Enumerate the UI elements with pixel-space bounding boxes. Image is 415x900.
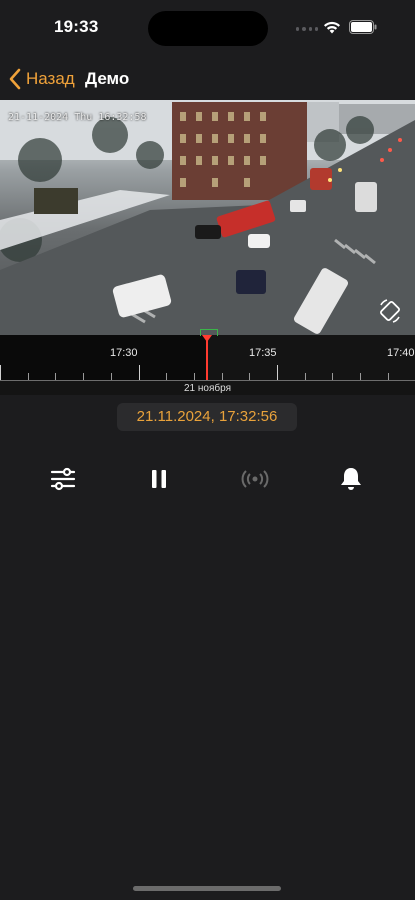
rotate-screen-button[interactable] — [375, 296, 405, 326]
signal-icon — [296, 26, 318, 32]
timeline-tick — [277, 365, 278, 380]
timeline-tick — [360, 373, 361, 380]
timeline-date-label: 21 ноября — [184, 383, 231, 394]
back-button[interactable]: Назад — [8, 68, 75, 90]
back-label: Назад — [26, 69, 75, 88]
timeline-tick — [249, 373, 250, 380]
video-player[interactable]: 21-11-2024 Thu 16:32:58 — [0, 100, 415, 335]
video-timestamp-overlay: 21-11-2024 Thu 16:32:58 — [8, 112, 147, 123]
timeline-baseline — [0, 380, 415, 381]
timeline-label: 17:40 — [387, 347, 415, 359]
wifi-icon — [324, 21, 340, 34]
timeline-playhead-tip — [202, 335, 212, 342]
page-title: Демо — [85, 69, 130, 88]
timeline-tick — [166, 373, 167, 380]
timeline-tick — [28, 373, 29, 380]
rotate-icon — [380, 299, 400, 323]
timeline-tick — [388, 373, 389, 380]
sliders-icon — [50, 467, 76, 491]
current-datetime-button[interactable]: 21.11.2024, 17:32:56 — [117, 403, 297, 431]
notifications-button[interactable] — [336, 464, 366, 494]
timeline-tick — [111, 373, 112, 380]
status-bar: 19:33 — [0, 0, 415, 56]
broadcast-icon — [241, 470, 269, 488]
timeline-tick — [305, 373, 306, 380]
nav-bar: Назад Демо — [0, 56, 415, 100]
pause-icon — [152, 470, 166, 488]
timeline-tick — [0, 365, 1, 380]
timeline-tick — [83, 373, 84, 380]
timeline-tick — [222, 373, 223, 380]
timeline-label: 17:35 — [249, 347, 277, 359]
settings-button[interactable] — [48, 464, 78, 494]
dynamic-island — [148, 11, 268, 46]
live-button[interactable] — [240, 464, 270, 494]
video-frame — [0, 100, 415, 335]
timeline-recorded-area — [0, 335, 207, 380]
timeline-tick — [332, 373, 333, 380]
timeline-tick — [194, 373, 195, 380]
timeline-tick — [139, 365, 140, 380]
home-indicator — [133, 886, 281, 891]
chevron-left-icon — [9, 68, 21, 90]
pause-button[interactable] — [144, 464, 174, 494]
bell-icon — [341, 468, 361, 490]
battery-icon — [349, 20, 377, 34]
timeline-label: 17:30 — [110, 347, 138, 359]
timeline-tick — [55, 373, 56, 380]
timeline-scrubber[interactable]: 17:30 17:35 17:40 21 ноября — [0, 329, 415, 395]
status-time: 19:33 — [54, 17, 99, 36]
